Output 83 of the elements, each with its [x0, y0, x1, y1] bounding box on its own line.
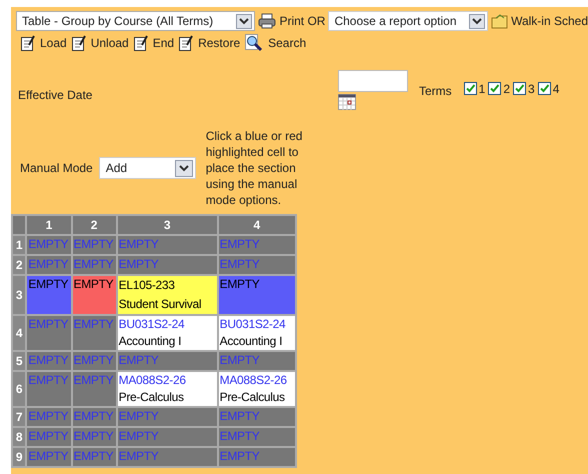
schedule-cell[interactable]: EMPTY	[218, 256, 295, 274]
manual-mode-select[interactable]: Add	[98, 157, 196, 179]
schedule-cell[interactable]: EMPTY	[27, 448, 71, 466]
view-select[interactable]: Table - Group by Course (All Terms)	[16, 11, 256, 31]
toolbar-link[interactable]: Unload	[72, 34, 129, 52]
row-header: 5	[13, 352, 26, 370]
column-header: 2	[72, 216, 116, 234]
notepad-icon	[134, 35, 148, 51]
schedule-cell[interactable]: EMPTY	[27, 408, 71, 426]
term-label: 2	[503, 83, 510, 95]
print-link[interactable]: Print OR	[279, 12, 326, 30]
term-checkbox[interactable]	[513, 82, 526, 95]
schedule-cell[interactable]: EMPTY	[72, 236, 116, 254]
schedule-cell[interactable]: EMPTY	[118, 256, 217, 274]
row-header: 9	[13, 448, 26, 466]
column-header: 1	[27, 216, 71, 234]
toolbar-link[interactable]: End	[134, 34, 174, 52]
search-icon	[245, 34, 264, 52]
row-header: 2	[13, 256, 26, 274]
term-checkbox[interactable]	[538, 82, 551, 95]
term-label: 3	[528, 83, 535, 95]
report-select[interactable]: Choose a report option	[328, 11, 488, 31]
schedule-cell[interactable]: BU031S2-24 Accounting I	[118, 316, 217, 350]
schedule-cell[interactable]: EMPTY	[72, 276, 116, 314]
column-header: 3	[118, 216, 217, 234]
schedule-cell[interactable]: EMPTY	[118, 448, 217, 466]
schedule-cell[interactable]: EMPTY	[118, 428, 217, 446]
terms-label: Terms	[419, 83, 452, 100]
schedule-cell[interactable]: EMPTY	[27, 236, 71, 254]
select-value: Table - Group by Course (All Terms)	[22, 13, 214, 30]
schedule-cell[interactable]: EMPTY	[218, 352, 295, 370]
schedule-cell[interactable]: MA088S2-26 Pre-Calculus	[118, 372, 217, 406]
schedule-cell[interactable]: EMPTY	[72, 352, 116, 370]
toolbar-link[interactable]: Load	[21, 34, 67, 52]
schedule-cell[interactable]: EMPTY	[218, 276, 295, 314]
schedule-cell[interactable]: MA088S2-26 Pre-Calculus	[218, 372, 295, 406]
folder-icon[interactable]	[491, 14, 508, 28]
select-value: Choose a report option	[334, 13, 457, 30]
row-header: 7	[13, 408, 26, 426]
notepad-icon	[72, 35, 86, 51]
schedule-cell[interactable]: EMPTY	[27, 372, 71, 406]
schedule-cell[interactable]: EMPTY	[118, 408, 217, 426]
schedule-cell[interactable]: EMPTY	[72, 408, 116, 426]
schedule-cell[interactable]: EMPTY	[72, 372, 116, 406]
schedule-cell[interactable]: EMPTY	[72, 428, 116, 446]
schedule-cell[interactable]: EMPTY	[72, 448, 116, 466]
schedule-cell[interactable]: EMPTY	[218, 448, 295, 466]
schedule-cell[interactable]: EMPTY	[27, 256, 71, 274]
manual-mode-label: Manual Mode	[20, 160, 93, 177]
row-header: 4	[13, 316, 26, 350]
help-text: Click a blue or red highlighted cell to place the section using the manual mode options.	[206, 128, 304, 208]
schedule-cell[interactable]: EMPTY	[27, 352, 71, 370]
schedule-cell[interactable]: EMPTY	[218, 428, 295, 446]
term-label: 4	[552, 83, 560, 95]
schedule-cell[interactable]: EMPTY	[118, 236, 217, 254]
printer-icon[interactable]	[258, 13, 276, 29]
row-header: 1	[13, 236, 26, 254]
select-value: Add	[106, 160, 128, 177]
effective-date-label: Effective Date	[18, 87, 94, 104]
notepad-icon	[21, 35, 35, 51]
row-header: 3	[13, 276, 26, 314]
toolbar-link[interactable]: Restore	[179, 34, 240, 52]
schedule-cell[interactable]: EMPTY	[218, 236, 295, 254]
date-field[interactable]	[338, 70, 408, 92]
schedule-cell[interactable]: EMPTY	[118, 352, 217, 370]
term-checkbox[interactable]	[488, 82, 502, 95]
schedule-cell[interactable]: EL105-233 Student Survival	[118, 276, 217, 314]
schedule-cell[interactable]: EMPTY	[27, 428, 71, 446]
term-checkbox[interactable]	[464, 82, 477, 95]
schedule-cell[interactable]: EMPTY	[72, 316, 116, 350]
row-header: 8	[13, 428, 26, 446]
calendar-icon[interactable]	[338, 94, 356, 110]
schedule-cell[interactable]: EMPTY	[218, 408, 295, 426]
schedule-cell[interactable]: EMPTY	[27, 316, 71, 350]
schedule-cell[interactable]: EMPTY	[27, 276, 71, 314]
schedule-cell[interactable]: BU031S2-24 Accounting I	[218, 316, 295, 350]
notepad-icon	[179, 35, 194, 51]
walk-in-link[interactable]: Walk-in Sched	[511, 12, 588, 30]
column-header: 4	[218, 216, 295, 234]
schedule-cell[interactable]: EMPTY	[72, 256, 116, 274]
term-label: 1	[478, 83, 486, 95]
toolbar-link[interactable]: Search	[245, 34, 306, 52]
row-header: 6	[13, 372, 26, 406]
